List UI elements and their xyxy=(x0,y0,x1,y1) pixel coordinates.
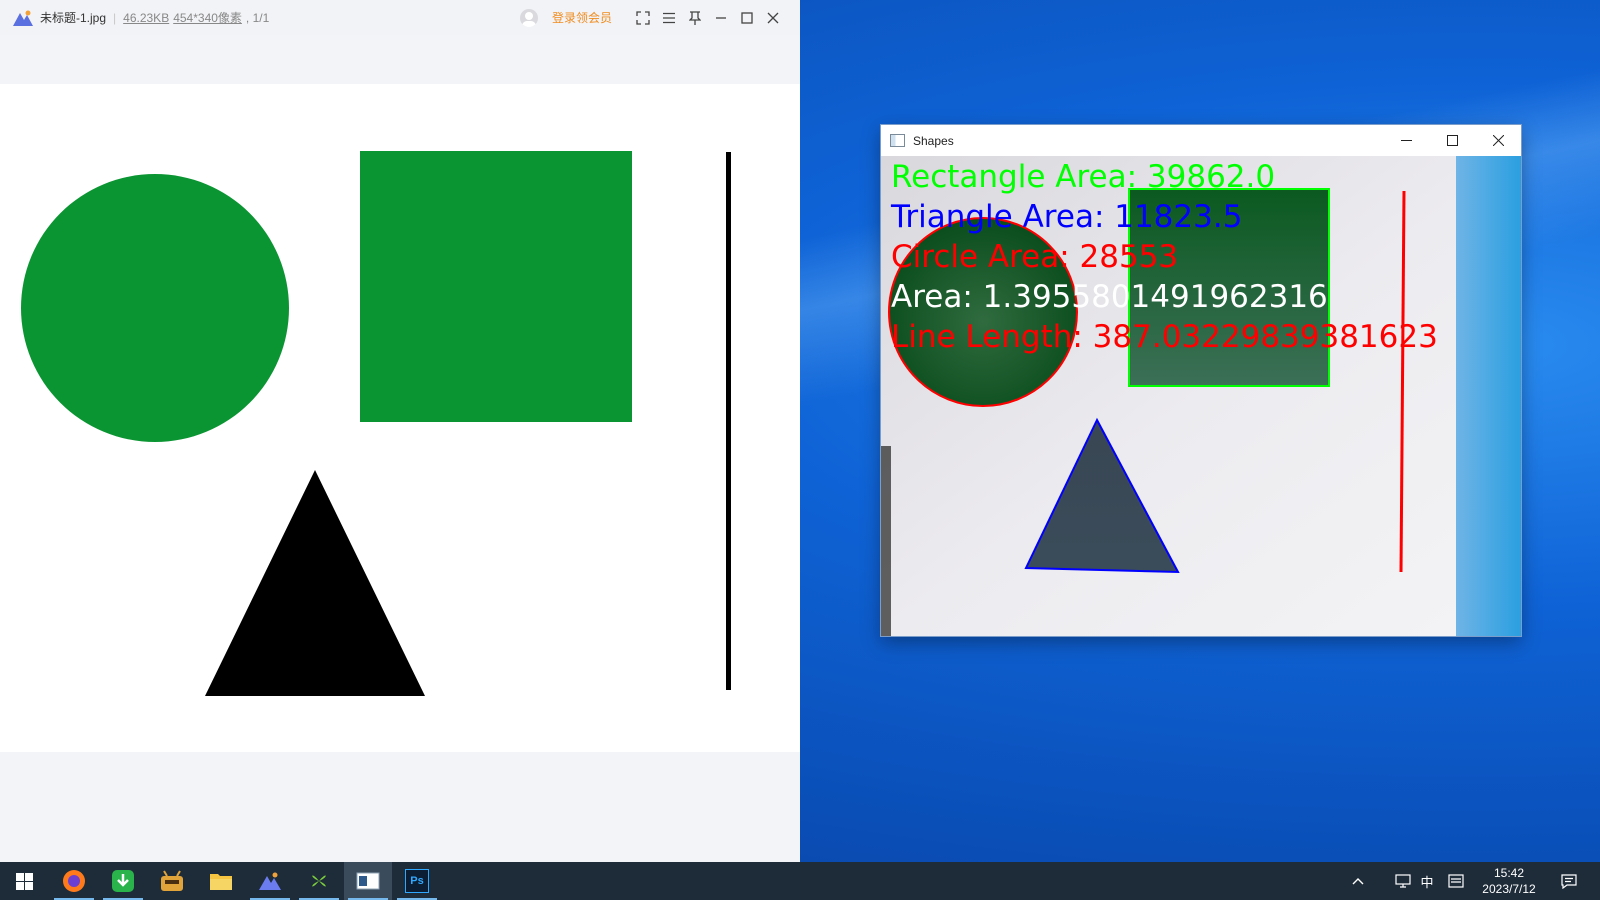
taskbar-firefox[interactable] xyxy=(50,862,98,900)
viewer-titlebar[interactable]: 未标题-1.jpg | 46.23KB 454*340像素 , 1/1 登录领会… xyxy=(0,0,800,35)
circle-area-label: Circle Area: 28553 xyxy=(891,239,1178,275)
window-app-icon xyxy=(890,134,905,147)
keyboard-tray[interactable] xyxy=(1444,862,1468,900)
start-button[interactable] xyxy=(0,862,48,900)
image-viewer-icon xyxy=(259,872,281,890)
green-circle xyxy=(21,174,289,442)
maximize-icon[interactable] xyxy=(1429,125,1475,156)
clock-date: 2023/7/12 xyxy=(1482,882,1536,896)
photoshop-icon: Ps xyxy=(405,869,429,893)
title-divider: | xyxy=(113,10,117,25)
plant-app-icon xyxy=(312,875,326,887)
keyboard-icon xyxy=(1448,874,1464,888)
page-count: 1/1 xyxy=(252,10,270,25)
rectangle-area-label: Rectangle Area: 39862.0 xyxy=(891,159,1275,195)
firefox-icon xyxy=(63,870,85,892)
shapes-image xyxy=(21,151,731,696)
fullscreen-icon[interactable] xyxy=(630,6,656,30)
photoshop-label: Ps xyxy=(410,875,424,887)
network-tray[interactable] xyxy=(1391,862,1415,900)
file-explorer-icon xyxy=(210,874,232,890)
taskbar-plant-app[interactable] xyxy=(295,862,343,900)
minimize-icon[interactable] xyxy=(708,6,734,30)
taskbar-shapes-window[interactable] xyxy=(344,862,392,900)
green-square xyxy=(360,151,632,422)
taskbar-photoshop[interactable]: Ps xyxy=(393,862,441,900)
camera-frame-image: Rectangle Area: 39862.0 Triangle Area: 1… xyxy=(881,156,1521,636)
minimize-icon[interactable] xyxy=(1383,125,1429,156)
image-canvas[interactable] xyxy=(0,84,800,752)
avatar-icon[interactable] xyxy=(519,8,538,27)
menu-icon[interactable] xyxy=(656,6,682,30)
shapes-window-title: Shapes xyxy=(913,133,954,148)
image-viewer-window: 未标题-1.jpg | 46.23KB 454*340像素 , 1/1 登录领会… xyxy=(0,0,800,862)
vip-login-link[interactable]: 登录领会员 xyxy=(552,9,612,26)
image-dimensions[interactable]: 454*340像素 xyxy=(173,9,242,26)
taskbar-clock[interactable]: 15:42 2023/7/12 xyxy=(1474,865,1544,897)
start-icon xyxy=(15,872,33,890)
chevron-up-icon xyxy=(1352,878,1364,885)
network-icon xyxy=(1395,874,1411,888)
clock-time: 15:42 xyxy=(1493,866,1525,880)
shapes-window-icon xyxy=(356,872,380,890)
taskbar-game[interactable] xyxy=(148,862,196,900)
file-size[interactable]: 46.23KB xyxy=(123,11,169,25)
shapes-titlebar[interactable]: Shapes xyxy=(881,125,1521,156)
taskbar-image-viewer[interactable] xyxy=(246,862,294,900)
action-center-button[interactable] xyxy=(1554,862,1584,900)
black-line xyxy=(726,152,731,690)
viewer-filename: 未标题-1.jpg xyxy=(40,11,107,25)
maximize-icon[interactable] xyxy=(734,6,760,30)
ime-label: 中 xyxy=(1420,874,1434,890)
game-icon xyxy=(161,870,183,891)
taskbar-download[interactable] xyxy=(99,862,147,900)
line-length-label: Line Length: 387.03229839381623 xyxy=(891,319,1438,355)
show-hidden-icons[interactable] xyxy=(1343,862,1373,900)
camera-frame: Rectangle Area: 39862.0 Triangle Area: 1… xyxy=(881,156,1521,636)
viewer-logo-icon xyxy=(13,10,33,26)
area-ratio-label: Area: 1.3955801491962316 xyxy=(891,279,1328,315)
taskbar: Ps 中 15:42 2023/7/12 xyxy=(0,862,1600,900)
pin-icon[interactable] xyxy=(682,6,708,30)
triangle-area-label: Triangle Area: 11823.5 xyxy=(890,199,1242,235)
ime-indicator[interactable]: 中 xyxy=(1416,862,1438,900)
page-counter: , 1/1 xyxy=(245,10,270,25)
close-icon[interactable] xyxy=(1475,125,1521,156)
taskbar-file-explorer[interactable] xyxy=(197,862,245,900)
notification-icon xyxy=(1561,873,1577,889)
download-icon xyxy=(112,870,134,892)
monitor-edge xyxy=(1456,156,1521,636)
close-icon[interactable] xyxy=(760,6,786,30)
black-triangle xyxy=(205,470,425,696)
shapes-window: Shapes Rectangle Area: 39862.0 Triangle … xyxy=(881,125,1521,636)
